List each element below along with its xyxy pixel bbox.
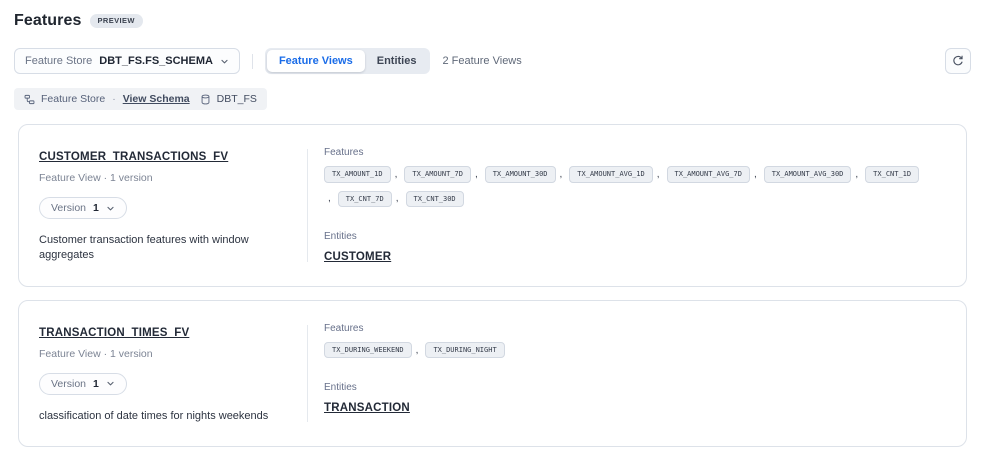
- database-icon: [200, 94, 211, 105]
- features-page: Features PREVIEW Feature Store DBT_FS.FS…: [0, 0, 985, 447]
- toolbar-separator: [252, 54, 253, 69]
- features-chip-list: TX_DURING_WEEKEND, TX_DURING_NIGHT: [324, 342, 924, 359]
- feature-chip: TX_AMOUNT_AVG_1D: [569, 166, 652, 183]
- breadcrumb-row: Feature Store · View Schema DBT_FS: [14, 74, 971, 110]
- feature-chip: TX_AMOUNT_AVG_7D: [667, 166, 750, 183]
- feature-view-title-link[interactable]: CUSTOMER_TRANSACTIONS_FV: [39, 151, 228, 163]
- toolbar: Feature Store DBT_FS.FS_SCHEMA Feature V…: [14, 48, 971, 74]
- card-summary: TRANSACTION_TIMES_FV Feature View · 1 ve…: [19, 323, 307, 424]
- features-label: Features: [324, 323, 940, 334]
- version-label: Version: [51, 378, 86, 390]
- feature-view-description: Customer transaction features with windo…: [39, 233, 289, 264]
- version-value: 1: [93, 202, 99, 214]
- version-label: Version: [51, 202, 86, 214]
- chip-separator: ,: [328, 193, 331, 204]
- breadcrumb-database-name: DBT_FS: [217, 93, 257, 105]
- feature-chip: TX_DURING_NIGHT: [425, 342, 504, 359]
- entities-block: Entities CUSTOMER: [324, 231, 940, 263]
- feature-store-dropdown-value: DBT_FS.FS_SCHEMA: [99, 55, 213, 67]
- card-summary: CUSTOMER_TRANSACTIONS_FV Feature View · …: [19, 147, 307, 264]
- entities-list: CUSTOMER: [324, 251, 940, 263]
- entities-label: Entities: [324, 382, 940, 393]
- card-details: Features TX_DURING_WEEKEND, TX_DURING_NIG…: [308, 323, 966, 424]
- feature-views-count: 2 Feature Views: [442, 55, 521, 67]
- feature-chip: TX_DURING_WEEKEND: [324, 342, 412, 359]
- refresh-icon: [952, 55, 964, 67]
- page-title: Features: [14, 12, 82, 30]
- refresh-button[interactable]: [945, 48, 971, 74]
- feature-chip: TX_AMOUNT_7D: [404, 166, 471, 183]
- version-dropdown[interactable]: Version 1: [39, 373, 127, 395]
- feature-chip: TX_CNT_1D: [865, 166, 919, 183]
- feature-store-dropdown[interactable]: Feature Store DBT_FS.FS_SCHEMA: [14, 48, 240, 74]
- chip-separator: ,: [560, 169, 563, 180]
- breadcrumb-store-label: Feature Store: [41, 93, 105, 105]
- chip-separator: ,: [754, 169, 757, 180]
- features-label: Features: [324, 147, 940, 158]
- chevron-down-icon: [106, 379, 115, 388]
- chip-separator: ,: [395, 169, 398, 180]
- chip-separator: ,: [657, 169, 660, 180]
- tab-entities[interactable]: Entities: [365, 50, 429, 72]
- entity-link[interactable]: CUSTOMER: [324, 251, 391, 263]
- feature-view-title-link[interactable]: TRANSACTION_TIMES_FV: [39, 327, 189, 339]
- schema-icon: [24, 94, 35, 105]
- chip-separator: ,: [475, 169, 478, 180]
- chip-separator: ,: [855, 169, 858, 180]
- feature-view-subtitle: Feature View · 1 version: [39, 172, 289, 184]
- chip-separator: ,: [396, 193, 399, 204]
- breadcrumb-separator: ·: [112, 93, 116, 105]
- chevron-down-icon: [106, 204, 115, 213]
- chip-separator: ,: [416, 345, 419, 356]
- features-chip-list: TX_AMOUNT_1D, TX_AMOUNT_7D, TX_AMOUNT_30D,…: [324, 166, 924, 207]
- feature-view-description: classification of date times for nights …: [39, 409, 289, 424]
- entities-label: Entities: [324, 231, 940, 242]
- feature-chip: TX_AMOUNT_30D: [485, 166, 556, 183]
- view-tabs: Feature Views Entities: [265, 48, 431, 74]
- tab-feature-views[interactable]: Feature Views: [267, 50, 365, 72]
- card-details: Features TX_AMOUNT_1D,TX_AMOUNT_7D,TX_AM…: [308, 147, 966, 264]
- feature-store-dropdown-label: Feature Store: [25, 55, 92, 67]
- feature-view-subtitle: Feature View · 1 version: [39, 348, 289, 360]
- chevron-down-icon: [220, 57, 229, 66]
- preview-badge: PREVIEW: [90, 14, 143, 28]
- version-value: 1: [93, 378, 99, 390]
- feature-chip: TX_CNT_30D: [406, 191, 464, 208]
- feature-chip: TX_AMOUNT_AVG_30D: [764, 166, 852, 183]
- breadcrumb: Feature Store · View Schema DBT_FS: [14, 88, 267, 110]
- feature-view-card: CUSTOMER_TRANSACTIONS_FV Feature View · …: [18, 124, 967, 287]
- version-dropdown[interactable]: Version 1: [39, 197, 127, 219]
- entity-link[interactable]: TRANSACTION: [324, 402, 410, 414]
- entities-block: Entities TRANSACTION: [324, 382, 940, 414]
- view-schema-link[interactable]: View Schema: [123, 93, 190, 105]
- card-list: CUSTOMER_TRANSACTIONS_FV Feature View · …: [18, 124, 967, 447]
- feature-chip: TX_AMOUNT_1D: [324, 166, 391, 183]
- page-header: Features PREVIEW: [14, 12, 971, 30]
- entities-list: TRANSACTION: [324, 402, 940, 414]
- feature-chip: TX_CNT_7D: [338, 191, 392, 208]
- feature-view-card: TRANSACTION_TIMES_FV Feature View · 1 ve…: [18, 300, 967, 447]
